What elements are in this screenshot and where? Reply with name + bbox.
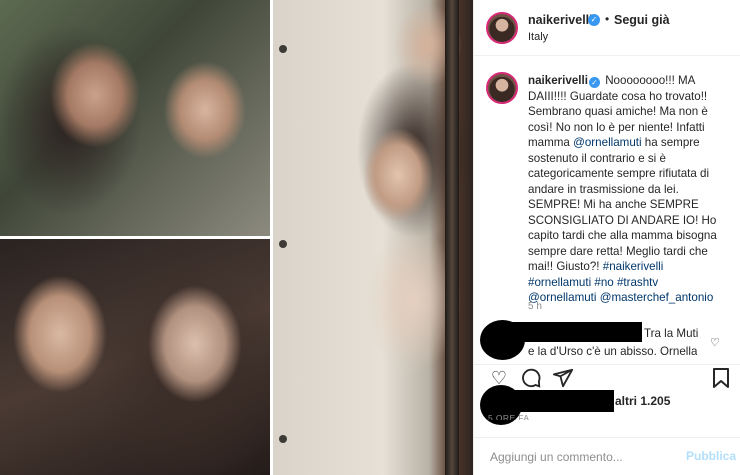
comment-text-continued: e la d'Urso c'è un abisso. Ornella: [528, 345, 698, 355]
photo-top-left: [0, 0, 270, 236]
post-media[interactable]: [0, 0, 473, 475]
post-side-panel: naikerivelli ✓ • Segui già Italy naikeri…: [473, 0, 740, 475]
location-link[interactable]: Italy: [528, 31, 548, 43]
caption-part2: ha sempre sostenuto il contrario e si è …: [528, 136, 717, 273]
hinge: [279, 240, 287, 248]
door-frame: [445, 0, 459, 475]
comment-item: Tra la Muti e la d'Urso c'è un abisso. O…: [474, 320, 740, 368]
caption-time: 5 h: [528, 301, 542, 312]
avatar[interactable]: [486, 72, 518, 104]
redaction-bar: [494, 390, 614, 412]
publish-button[interactable]: Pubblica: [686, 449, 736, 463]
add-comment-bar: Pubblica: [474, 437, 740, 475]
mention-link[interactable]: @ornellamuti: [573, 136, 641, 149]
mention-links[interactable]: @ornellamuti @masterchef_antonio: [528, 291, 713, 304]
caption-username[interactable]: naikerivelli: [528, 74, 588, 87]
header-username[interactable]: naikerivelli: [528, 13, 593, 27]
comment-text: Tra la Muti: [644, 327, 699, 340]
caption-text: naikerivelli ✓ Noooooooo!!! MA DAIII!!!! …: [528, 73, 728, 306]
verified-badge-icon: ✓: [588, 14, 600, 26]
likes-row: altri 1.205 5 ORE FA: [474, 385, 740, 430]
comment-like-heart-icon[interactable]: ♡: [710, 336, 720, 349]
caption-block: naikerivelli ✓ Noooooooo!!! MA DAIII!!!! …: [474, 56, 740, 364]
follow-button[interactable]: Segui già: [614, 13, 670, 27]
redaction-bar: [494, 322, 642, 342]
separator-dot: •: [605, 12, 610, 26]
hinge: [279, 45, 287, 53]
photo-bottom-left: [0, 239, 270, 475]
post-header: naikerivelli ✓ • Segui già Italy: [474, 0, 740, 56]
comment-input[interactable]: [490, 447, 680, 467]
likes-count[interactable]: altri 1.205: [615, 394, 670, 408]
verified-badge-icon: ✓: [588, 77, 600, 88]
photo-right-tall: [273, 0, 473, 475]
avatar[interactable]: [486, 12, 518, 44]
post-timestamp: 5 ORE FA: [488, 413, 530, 420]
hinge: [279, 435, 287, 443]
